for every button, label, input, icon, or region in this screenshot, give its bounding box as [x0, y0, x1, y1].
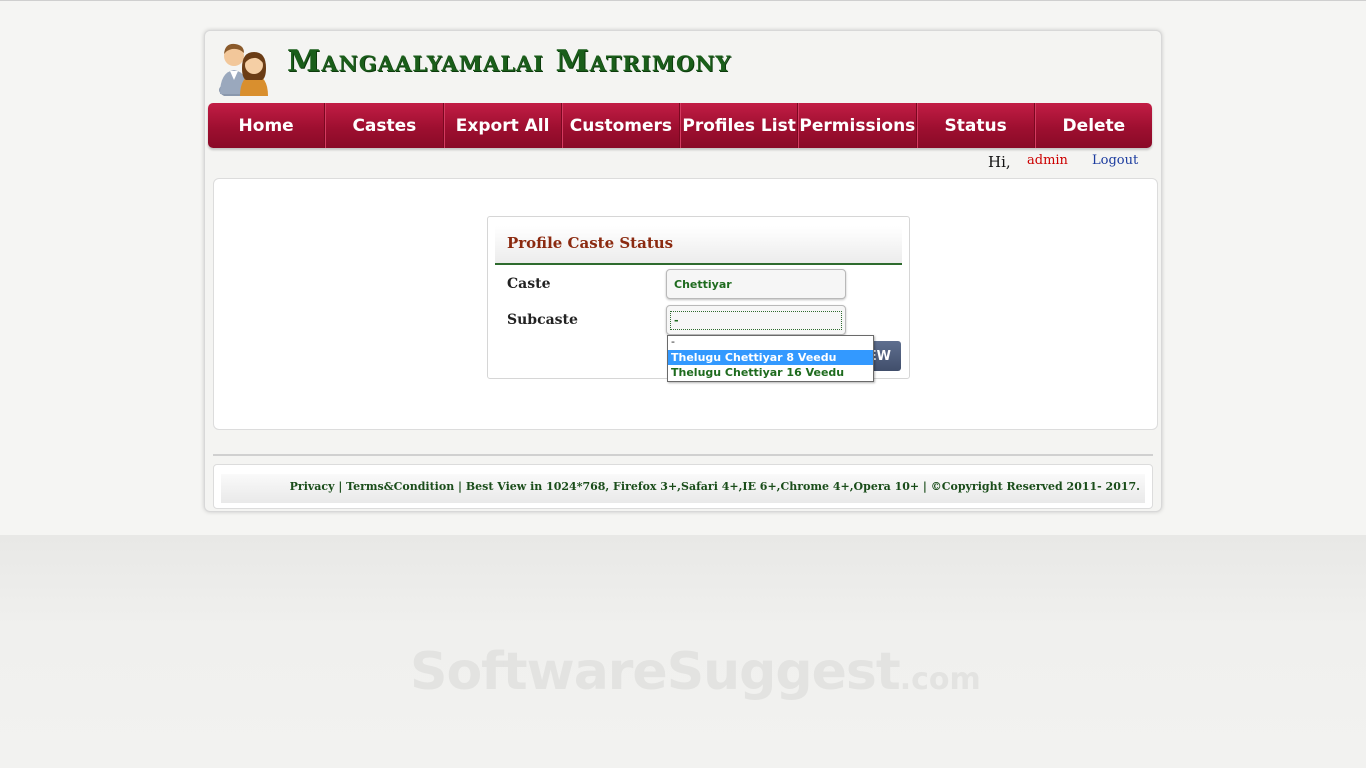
greeting-text: Hi,: [988, 153, 1011, 171]
subcaste-label: Subcaste: [507, 312, 578, 328]
watermark-suffix: .com: [899, 662, 981, 697]
main-navbar: Home Castes Export All Customers Profile…: [208, 103, 1152, 148]
footer-text: Privacy | Terms&Condition | Best View in…: [289, 480, 1140, 493]
nav-customers[interactable]: Customers: [561, 103, 680, 148]
subcaste-option-highlighted[interactable]: Thelugu Chettiyar 8 Veedu: [668, 350, 873, 365]
nav-profiles-list[interactable]: Profiles List: [680, 103, 799, 148]
subcaste-select[interactable]: -: [666, 305, 846, 335]
nav-delete[interactable]: Delete: [1034, 103, 1152, 148]
username-link[interactable]: admin: [1027, 153, 1068, 168]
nav-home[interactable]: Home: [208, 103, 326, 148]
subcaste-option[interactable]: -: [668, 336, 873, 350]
subcaste-option[interactable]: Thelugu Chettiyar 16 Veedu: [668, 365, 873, 380]
logout-link[interactable]: Logout: [1092, 153, 1138, 168]
site-title: Mangaalyamalai Matrimony: [287, 44, 732, 79]
watermark: SoftwareSuggest.com: [410, 642, 981, 702]
subcaste-selected-value: -: [670, 311, 842, 330]
subcaste-dropdown-list[interactable]: - Thelugu Chettiyar 8 Veedu Thelugu Chet…: [667, 335, 874, 382]
nav-status[interactable]: Status: [916, 103, 1035, 148]
caste-label: Caste: [507, 276, 551, 292]
watermark-main: SoftwareSuggest: [410, 642, 901, 702]
nav-export-all[interactable]: Export All: [443, 103, 562, 148]
nav-castes[interactable]: Castes: [325, 103, 444, 148]
caste-select[interactable]: Chettiyar: [666, 269, 846, 299]
form-title: Profile Caste Status: [507, 234, 674, 252]
footer-divider: [213, 454, 1153, 456]
nav-permissions[interactable]: Permissions: [798, 103, 917, 148]
couple-people-icon: [212, 38, 274, 98]
